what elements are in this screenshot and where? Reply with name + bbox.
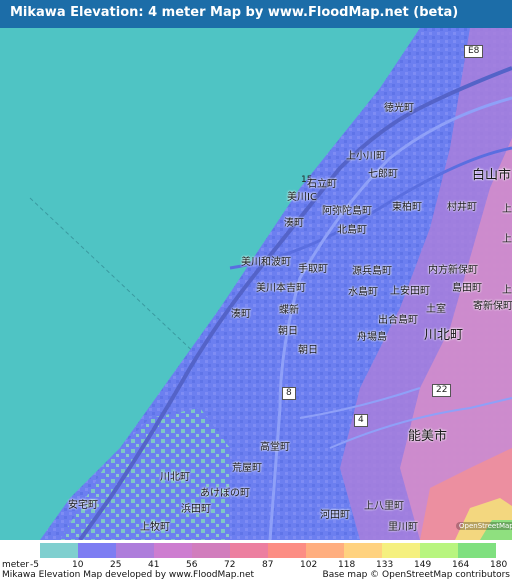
legend-swatch — [268, 543, 306, 558]
legend-tick: 72 — [224, 560, 236, 570]
place-label: 阿弥陀島町 — [322, 206, 372, 217]
place-label: 寄新保町 — [473, 301, 512, 312]
place-label: 朝日 — [278, 326, 298, 337]
place-label: 上 — [502, 204, 512, 215]
legend-swatch — [420, 543, 458, 558]
place-label: 石立町 — [307, 179, 337, 190]
legend-swatch — [458, 543, 496, 558]
place-label: 美川本吉町 — [256, 283, 306, 294]
place-label: 上 — [502, 234, 512, 245]
place-label: 七郎町 — [368, 169, 398, 180]
osm-badge: OpenStreetMap — [456, 522, 512, 530]
legend-swatch — [192, 543, 230, 558]
legend-unit: meter — [2, 560, 30, 570]
legend-swatch — [306, 543, 344, 558]
road-shield-4: 4 — [354, 414, 368, 427]
place-label: 能美市 — [408, 429, 448, 444]
legend-tick: -5 — [30, 560, 39, 570]
legend-swatch — [78, 543, 116, 558]
legend-tick: 118 — [338, 560, 356, 570]
place-label: 手取町 — [298, 264, 328, 275]
place-label: 徳光町 — [384, 103, 414, 114]
place-label: 蝶新 — [279, 305, 299, 316]
legend-tick: 25 — [110, 560, 122, 570]
elevation-map[interactable]: E8 15 8 22 4 徳光町 上小川町 七郎町 白山市 石立町 美川IC 阿… — [0, 28, 512, 540]
place-label: 湊町 — [284, 218, 304, 229]
place-label: 上 — [502, 285, 512, 296]
place-label: 舟場島 — [357, 332, 387, 343]
legend-tick: 102 — [300, 560, 318, 570]
place-label: 美川IC — [287, 192, 317, 203]
road-shield-e8: E8 — [464, 45, 484, 58]
place-label: 村井町 — [447, 202, 477, 213]
road-shield-22: 22 — [432, 384, 452, 397]
place-label: あけぼの町 — [200, 488, 250, 499]
place-label: 高堂町 — [260, 442, 290, 453]
legend-swatch — [382, 543, 420, 558]
legend-swatch — [344, 543, 382, 558]
legend-tick: 56 — [186, 560, 198, 570]
legend-swatch — [154, 543, 192, 558]
place-label: 安宅町 — [68, 500, 98, 511]
place-label: 白山市 — [472, 168, 512, 183]
place-label: 上八里町 — [364, 501, 404, 512]
place-label: 朝日 — [298, 345, 318, 356]
place-label: 上牧町 — [140, 522, 170, 533]
legend-tick: 180 — [490, 560, 508, 570]
place-label: 川北町 — [424, 328, 464, 343]
elevation-legend: meter -5 10 25 41 56 72 87 102 118 133 149 164 180 M… — [0, 540, 512, 582]
place-label: 水島町 — [348, 287, 378, 298]
place-label: 東柏町 — [392, 202, 422, 213]
place-label: 美川和波町 — [241, 257, 291, 268]
legend-tick: 164 — [452, 560, 470, 570]
place-label: 荒屋町 — [232, 463, 262, 474]
road-shield-8: 8 — [282, 387, 296, 400]
place-label: 里川町 — [388, 522, 418, 533]
legend-tick: 41 — [148, 560, 160, 570]
place-label: 上安田町 — [390, 286, 430, 297]
credit-osm: Base map © OpenStreetMap contributors — [322, 570, 510, 580]
legend-tick: 10 — [72, 560, 84, 570]
place-label: 土室 — [426, 304, 446, 315]
map-title: Mikawa Elevation: 4 meter Map by www.Flo… — [10, 5, 459, 20]
title-bar: Mikawa Elevation: 4 meter Map by www.Flo… — [0, 0, 512, 28]
credit-floodmap: Mikawa Elevation Map developed by www.Fl… — [2, 570, 255, 580]
legend-swatch — [230, 543, 268, 558]
place-label: 島田町 — [452, 283, 482, 294]
place-label: 川北町 — [160, 472, 190, 483]
place-label: 浜田町 — [181, 504, 211, 515]
place-label: 出合島町 — [378, 315, 418, 326]
place-label: 内方新保町 — [428, 265, 478, 276]
legend-tick: 149 — [414, 560, 432, 570]
legend-swatch — [116, 543, 154, 558]
place-label: 上小川町 — [346, 151, 386, 162]
legend-tick: 133 — [376, 560, 394, 570]
legend-tick: 87 — [262, 560, 274, 570]
place-label: 北島町 — [337, 225, 367, 236]
place-label: 湊町 — [231, 309, 251, 320]
place-label: 河田町 — [320, 510, 350, 521]
legend-swatch — [40, 543, 78, 558]
place-label: 源兵島町 — [352, 266, 392, 277]
